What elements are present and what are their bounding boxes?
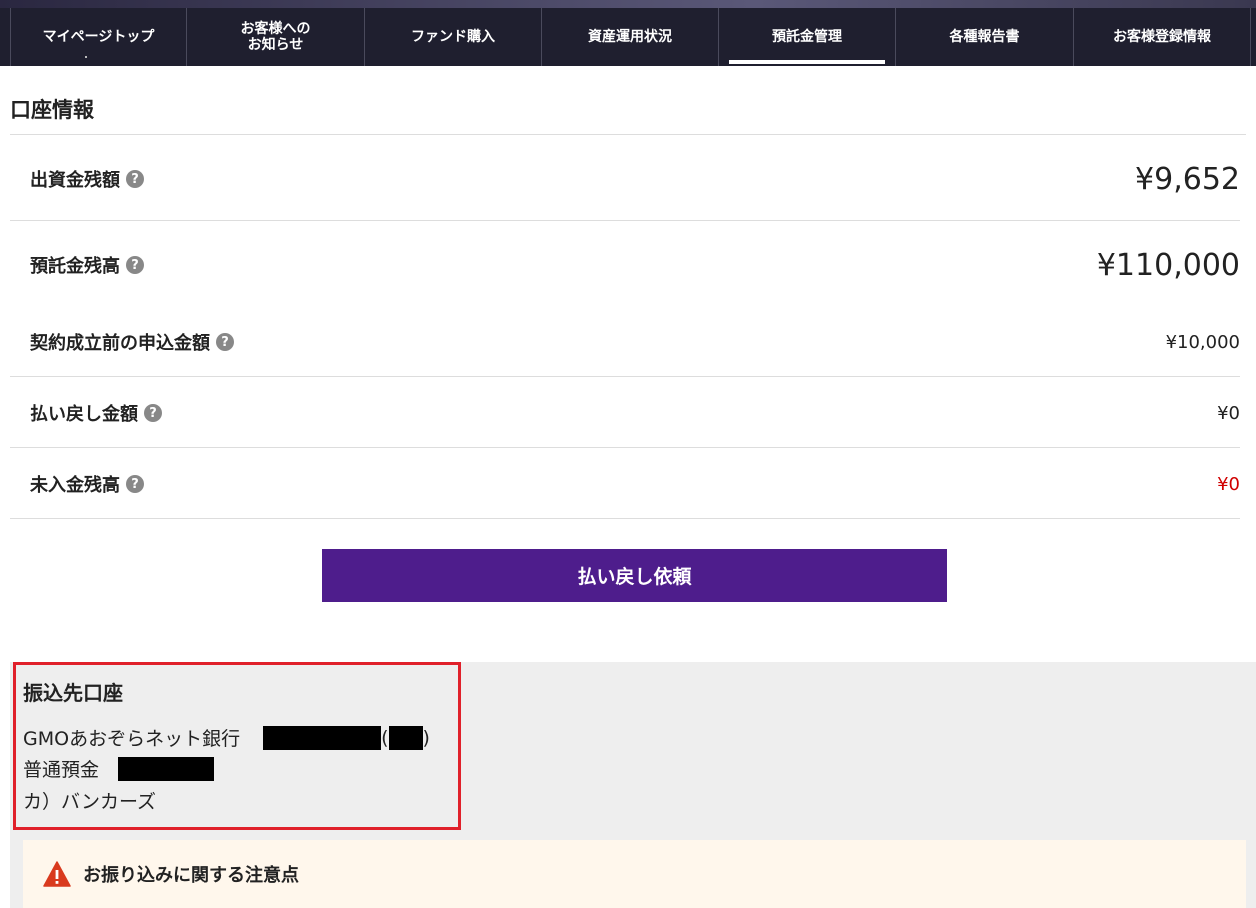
help-icon[interactable]: ?: [216, 333, 234, 351]
row-pending-application: 契約成立前の申込金額 ? ¥10,000: [10, 326, 1240, 358]
row-label-wrap: 未入金残高 ?: [10, 471, 144, 497]
account-type-line: 普通預金: [23, 755, 215, 782]
paren-open: (: [381, 726, 389, 749]
row-label-wrap: 出資金残額 ?: [10, 166, 144, 192]
row-label: 未入金残高: [30, 475, 120, 496]
nav-label: マイページトップ: [42, 29, 155, 45]
redacted-account-number: [118, 756, 215, 781]
nav-item-reports[interactable]: 各種報告書: [896, 8, 1074, 66]
nav-item-deposit-management[interactable]: 預託金管理: [719, 8, 896, 66]
row-refund-amount: 払い戻し金額 ? ¥0: [10, 397, 1240, 429]
nav-item-customer-info[interactable]: お客様登録情報: [1074, 8, 1251, 66]
nav-label: ファンド購入: [411, 29, 495, 45]
nav-item-asset-status[interactable]: 資産運用状況: [542, 8, 719, 66]
unpaid-balance-value: ¥0: [1217, 473, 1240, 495]
row-label: 預託金残高: [30, 256, 120, 277]
nav-label-wrap: お客様への お知らせ: [241, 21, 311, 53]
row-investment-balance: 出資金残額 ? ¥9,652: [10, 155, 1240, 203]
row-deposit-balance: 預託金残高 ? ¥110,000: [10, 241, 1240, 289]
row-label-wrap: 払い戻し金額 ?: [10, 400, 162, 426]
row-label: 払い戻し金額: [30, 404, 138, 425]
nav-label: お客様登録情報: [1113, 29, 1211, 45]
nav-label-line2: お知らせ: [247, 37, 304, 53]
nav-label: 各種報告書: [949, 29, 1020, 45]
main-nav: マイページトップ お客様への お知らせ ファンド購入 資産運用状況 預託金管理 …: [0, 8, 1256, 66]
account-type: 普通預金: [23, 759, 100, 781]
nav-item-notices[interactable]: お客様への お知らせ: [187, 8, 365, 66]
redacted-branch-code: [388, 725, 423, 750]
help-icon[interactable]: ?: [126, 256, 144, 274]
divider: [10, 220, 1240, 221]
account-holder: カ）バンカーズ: [23, 791, 157, 813]
row-label-wrap: 契約成立前の申込金額 ?: [10, 329, 234, 355]
row-unpaid-balance: 未入金残高 ? ¥0: [10, 468, 1240, 500]
divider: [10, 447, 1240, 448]
help-icon[interactable]: ?: [126, 170, 144, 188]
deposit-balance-value: ¥110,000: [1096, 247, 1240, 283]
divider: [10, 376, 1240, 377]
paren-close: ): [422, 726, 430, 749]
investment-balance-value: ¥9,652: [1135, 161, 1240, 197]
nav-label: 資産運用状況: [588, 29, 672, 45]
refund-request-button[interactable]: 払い戻し依頼: [322, 549, 947, 602]
refund-amount-value: ¥0: [1217, 402, 1240, 424]
divider: [10, 134, 1246, 135]
warning-icon: [43, 861, 71, 887]
nav-dot: [85, 56, 87, 58]
help-icon[interactable]: ?: [144, 404, 162, 422]
nav-item-fund-purchase[interactable]: ファンド購入: [365, 8, 542, 66]
nav-item-mypage-top[interactable]: マイページトップ: [10, 8, 187, 66]
bank-name: GMOあおぞらネット銀行: [23, 728, 241, 750]
holder-line: カ）バンカーズ: [23, 787, 156, 814]
page-title: 口座情報: [10, 98, 94, 122]
bank-title: 振込先口座: [23, 681, 123, 705]
row-label-wrap: 預託金残高 ?: [10, 252, 144, 278]
pending-application-value: ¥10,000: [1165, 331, 1240, 353]
divider: [10, 518, 1240, 519]
notice-title: お振り込みに関する注意点: [83, 865, 299, 886]
help-icon[interactable]: ?: [126, 475, 144, 493]
row-label: 契約成立前の申込金額: [30, 333, 210, 354]
bank-name-line: GMOあおぞらネット銀行 ( ): [23, 724, 430, 751]
transfer-notice: お振り込みに関する注意点: [23, 840, 1246, 908]
nav-label: 預託金管理: [772, 29, 842, 45]
redacted-branch: [263, 725, 382, 750]
nav-label-line1: お客様への: [240, 21, 311, 37]
row-label: 出資金残額: [30, 170, 120, 191]
top-strip: [0, 0, 1256, 8]
